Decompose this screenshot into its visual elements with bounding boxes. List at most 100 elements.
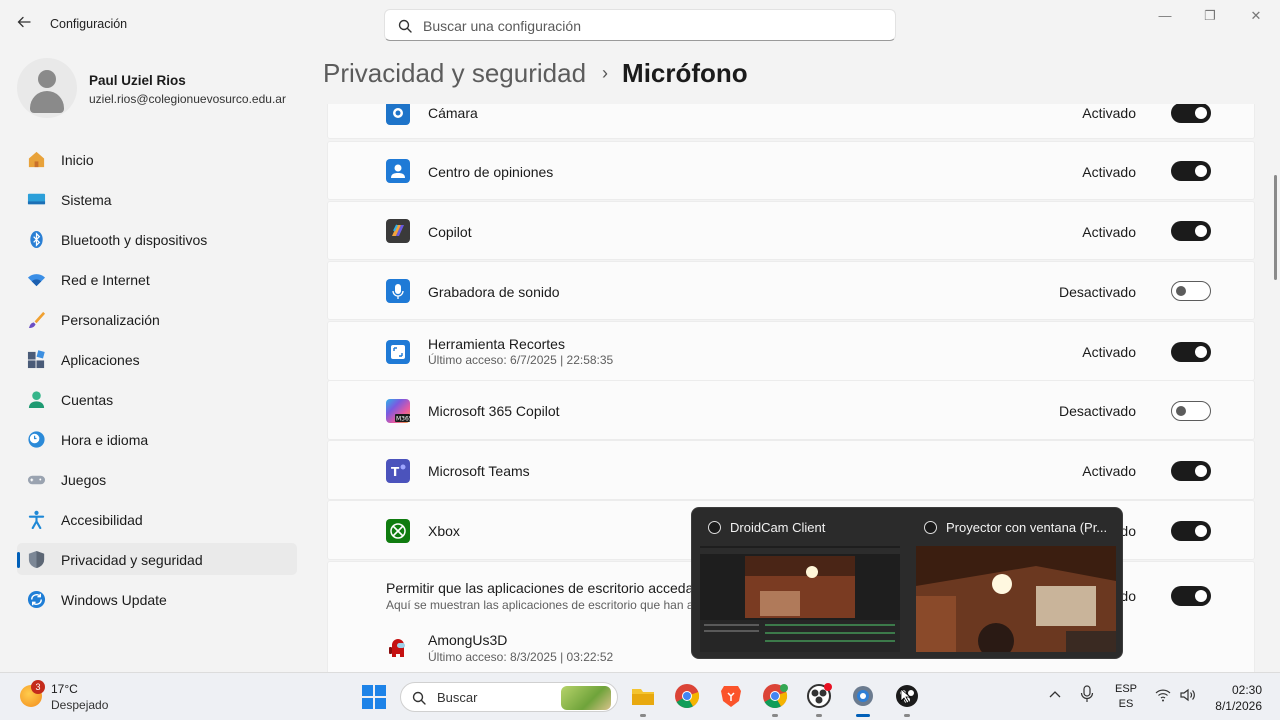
taskbar-window-preview: DroidCam Client Proyector con ventana (P… (691, 507, 1123, 659)
person-icon (28, 391, 45, 409)
sidebar-item-windows-update[interactable]: Windows Update (17, 583, 297, 615)
sidebar-item-accesibilidad[interactable]: Accesibilidad (17, 503, 297, 535)
sidebar-item-red[interactable]: Red e Internet (17, 263, 297, 295)
sidebar-nav: Inicio Sistema Bluetooth y dispositivos … (17, 143, 297, 623)
windows-start-icon[interactable] (362, 685, 386, 709)
teams-icon: T (386, 459, 410, 483)
minimize-button[interactable]: — (1150, 8, 1180, 28)
chrome-profile-icon[interactable] (762, 683, 788, 717)
list-item-m365-copilot: M365 Microsoft 365 Copilot Desactivado (327, 380, 1255, 440)
weather-desc: Despejado (51, 698, 109, 712)
m365-copilot-toggle[interactable] (1171, 401, 1211, 421)
breadcrumb-parent[interactable]: Privacidad y seguridad (323, 58, 586, 88)
brave-icon[interactable] (718, 683, 744, 709)
chrome-icon[interactable] (674, 683, 700, 709)
close-button[interactable]: ✕ (1241, 8, 1271, 28)
app-name: Grabadora de sonido (428, 284, 560, 300)
centro-opiniones-toggle[interactable] (1171, 161, 1211, 181)
wifi-icon (27, 274, 46, 287)
sidebar-item-cuentas[interactable]: Cuentas (17, 383, 297, 415)
desktop-section-subtitle: Aquí se muestran las aplicaciones de esc… (386, 598, 694, 612)
restore-button[interactable]: ❐ (1195, 8, 1225, 28)
snipping-tool-icon (386, 340, 410, 364)
last-access: Último acceso: 8/3/2025 | 03:22:52 (428, 650, 614, 664)
back-arrow-icon[interactable] (14, 14, 34, 34)
bluetooth-icon (30, 230, 43, 249)
weather-temp: 17°C (51, 682, 78, 696)
list-item-copilot: Copilot Activado (327, 201, 1255, 260)
scrollbar[interactable] (1274, 175, 1277, 280)
taskbar: 3 17°C Despejado Buscar ESP ES 02:30 8/1… (0, 672, 1280, 720)
search-highlight-image (561, 686, 611, 710)
shield-icon (28, 550, 45, 569)
gamepad-icon (27, 475, 46, 485)
app-name: AmongUs3D (428, 632, 508, 648)
app-state: Activado (1082, 344, 1136, 360)
language-indicator[interactable]: ESP ES (1115, 682, 1137, 712)
page-title: Micrófono (622, 58, 748, 88)
amongus-icon (386, 637, 410, 661)
sidebar-item-juegos[interactable]: Juegos (17, 463, 297, 495)
feedback-hub-icon (386, 159, 410, 183)
update-icon (27, 590, 46, 609)
search-input[interactable] (423, 16, 863, 36)
preview-proyector[interactable]: Proyector con ventana (Pr... (914, 508, 1124, 660)
taskbar-search[interactable]: Buscar (400, 682, 618, 712)
app-state: Activado (1082, 463, 1136, 479)
copilot-icon (386, 219, 410, 243)
chevron-up-icon[interactable] (1048, 687, 1062, 704)
avatar[interactable] (17, 58, 77, 118)
app-name: Microsoft Teams (428, 463, 530, 479)
system-icon (27, 193, 46, 205)
app-state: Desactivado (1058, 403, 1136, 419)
clock-time: 02:30 (1231, 683, 1262, 697)
m365-copilot-icon: M365 (386, 399, 413, 423)
app-name: Herramienta Recortes (428, 336, 565, 352)
preview-title: DroidCam Client (730, 520, 826, 535)
preview-droidcam[interactable]: DroidCam Client (698, 508, 908, 660)
list-item-teams: T Microsoft Teams Activado (327, 440, 1255, 500)
apps-icon (27, 350, 45, 369)
sidebar-item-aplicaciones[interactable]: Aplicaciones (17, 343, 297, 375)
sidebar-item-bluetooth[interactable]: Bluetooth y dispositivos (17, 223, 297, 255)
profile-name: Paul Uziel Rios (89, 73, 186, 88)
breadcrumb: Privacidad y seguridad › Micrófono (323, 58, 748, 89)
list-item-grabadora: Grabadora de sonido Desactivado (327, 261, 1255, 320)
app-title: Configuración (50, 17, 128, 31)
wifi-status-icon[interactable] (1155, 688, 1171, 705)
sidebar-item-hora[interactable]: Hora e idioma (17, 423, 297, 455)
settings-icon[interactable] (850, 683, 876, 717)
list-item-camara: Cámara Activado (327, 104, 1255, 139)
sidebar-item-privacidad[interactable]: Privacidad y seguridad (17, 543, 297, 575)
desktop-apps-toggle[interactable] (1171, 586, 1211, 606)
camara-toggle[interactable] (1171, 104, 1211, 123)
sidebar-item-inicio[interactable]: Inicio (17, 143, 297, 175)
obs-icon (924, 521, 937, 534)
recortes-toggle[interactable] (1171, 342, 1211, 362)
system-clock[interactable]: 02:30 8/1/2026 (1210, 682, 1262, 714)
app-state: Activado (1082, 164, 1136, 180)
app-state: Activado (1082, 105, 1136, 121)
sidebar-item-sistema[interactable]: Sistema (17, 183, 297, 215)
search-box[interactable] (384, 9, 896, 41)
svg-text:M365: M365 (396, 416, 410, 423)
file-explorer-icon[interactable] (630, 683, 656, 717)
volume-icon[interactable] (1180, 688, 1196, 705)
copilot-toggle[interactable] (1171, 221, 1211, 241)
grabadora-toggle[interactable] (1171, 281, 1211, 301)
sidebar-item-personalizacion[interactable]: Personalización (17, 303, 297, 335)
app-name: Cámara (428, 105, 478, 121)
obs-taskbar-icon[interactable] (894, 683, 920, 717)
profile-email: uziel.rios@colegionuevosurco.edu.ar (89, 92, 286, 106)
obs-studio-icon[interactable] (806, 683, 832, 717)
sound-recorder-icon (386, 279, 410, 303)
app-name: Centro de opiniones (428, 164, 554, 180)
weather-badge: 3 (31, 680, 45, 694)
microphone-icon[interactable] (1080, 685, 1094, 706)
brush-icon (28, 311, 46, 329)
xbox-icon (386, 519, 410, 543)
desktop-section-title: Permitir que las aplicaciones de escrito… (386, 580, 702, 596)
teams-toggle[interactable] (1171, 461, 1211, 481)
last-access: Último acceso: 6/7/2025 | 22:58:35 (428, 353, 614, 367)
xbox-toggle[interactable] (1171, 521, 1211, 541)
